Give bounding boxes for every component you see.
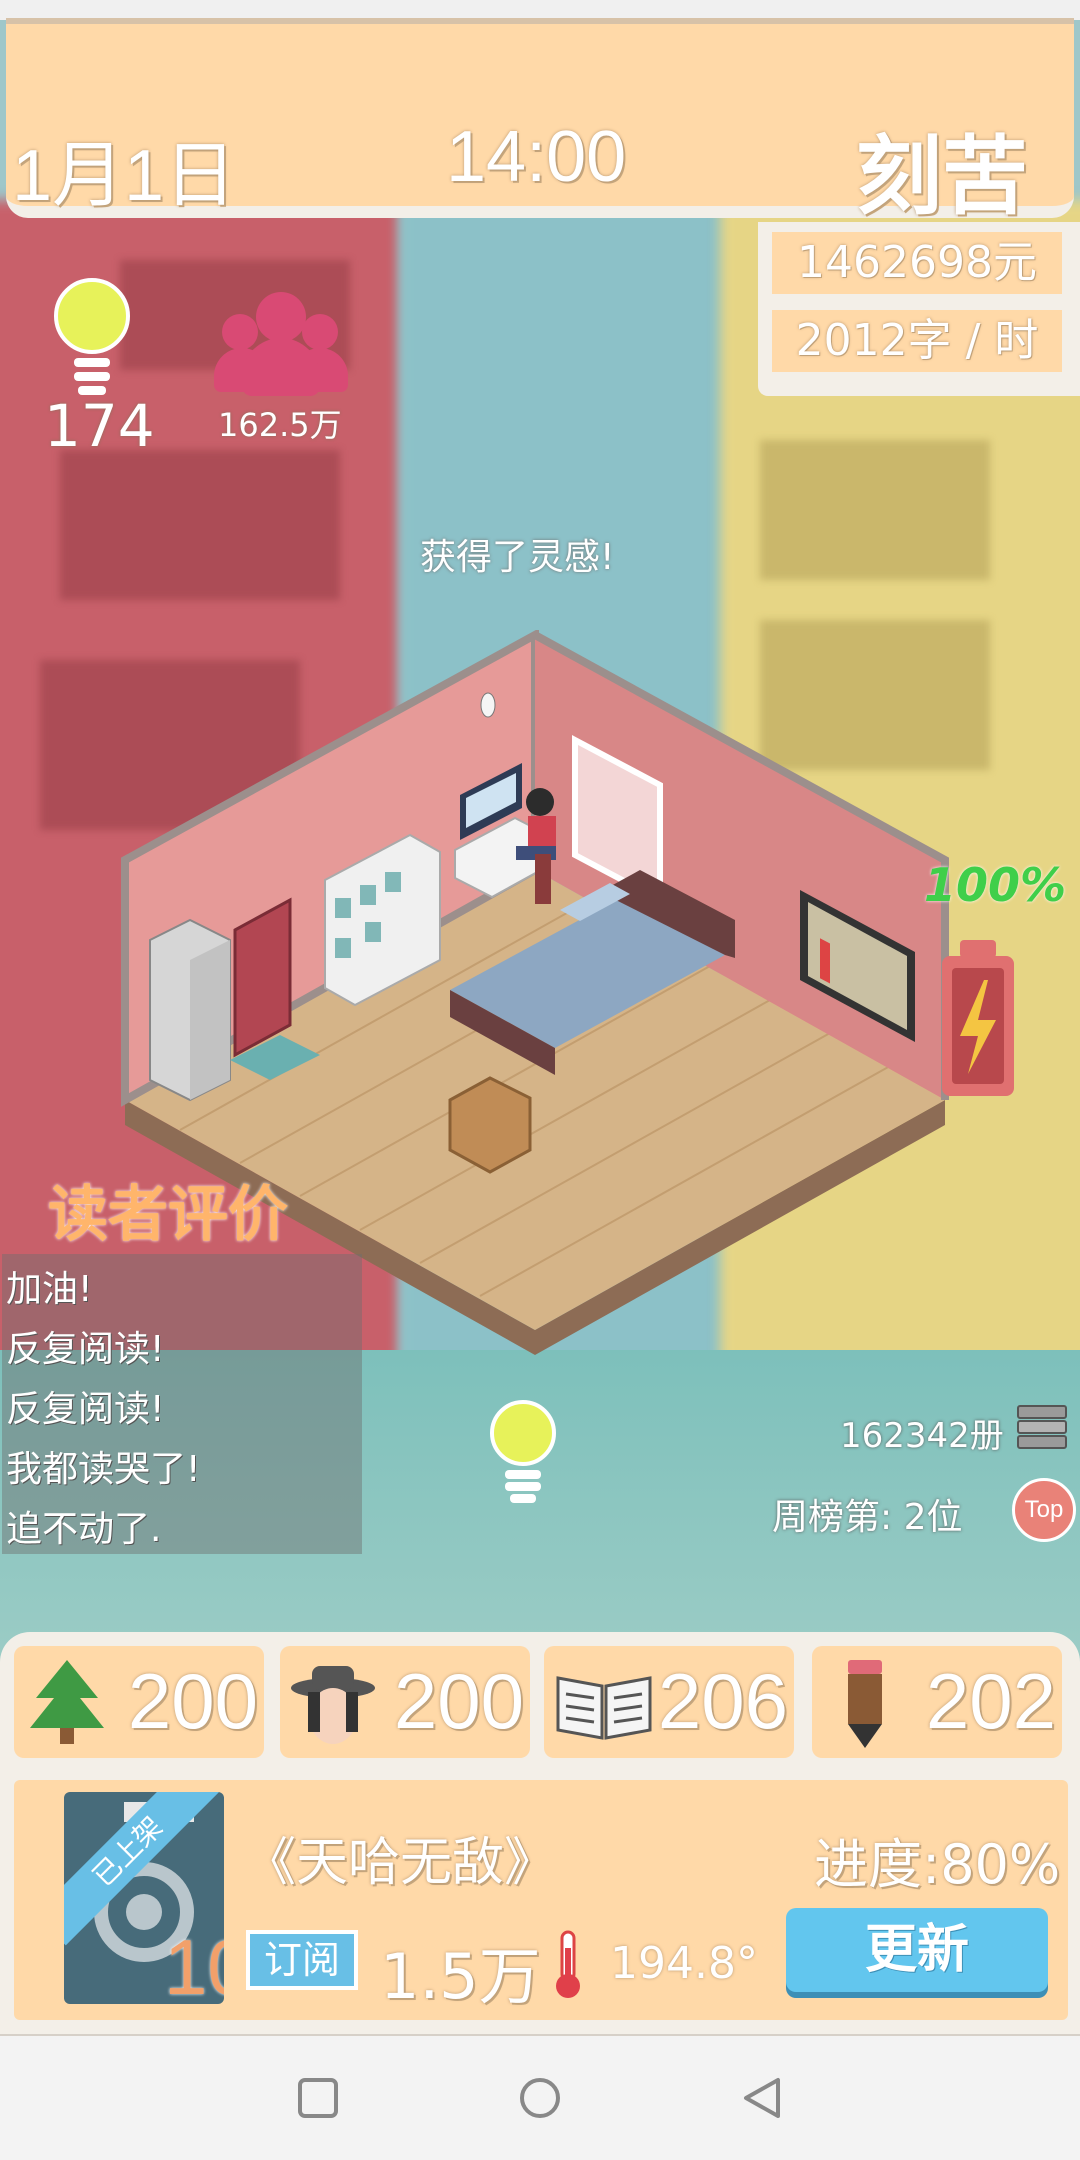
time-label: 14:00 [446, 117, 627, 197]
status-strip [0, 0, 1080, 20]
resource-pencil[interactable]: 202 [812, 1646, 1062, 1758]
floating-lightbulb-icon[interactable] [490, 1400, 556, 1503]
inspiration-count: 174 [44, 392, 155, 460]
background-window [60, 450, 340, 600]
pencil-icon [848, 1660, 882, 1748]
inspiration-message: 获得了灵感! [420, 537, 615, 578]
book-cover[interactable]: 已上架 10 [64, 1792, 224, 2004]
stats-panel: 1462698元 2012字 / 时 [758, 222, 1080, 396]
writing-speed-value: 2012字 / 时 [772, 310, 1062, 372]
resource-book[interactable]: 206 [544, 1646, 794, 1758]
copies-sold: 162342册 [840, 1416, 1004, 1456]
fans-count: 162.5万 [218, 406, 342, 444]
open-book-icon [556, 1676, 652, 1740]
review-line: 加油! [6, 1269, 93, 1310]
tree-icon [30, 1660, 104, 1744]
weekly-rank: 周榜第: 2位 [772, 1497, 963, 1538]
review-line: 追不动了. [6, 1509, 162, 1550]
review-line: 反复阅读! [6, 1389, 165, 1430]
cover-hub [126, 1894, 162, 1930]
back-icon[interactable] [740, 2076, 784, 2120]
book-level: 10 [164, 1923, 224, 2004]
hat-character-icon [291, 1666, 375, 1744]
top-ranking-button[interactable]: Top [1012, 1478, 1076, 1542]
work-mode-button[interactable]: 刻苦 [856, 106, 1028, 231]
battery-percent: 100% [924, 858, 1067, 912]
date-label: 1月1日 [12, 136, 237, 216]
system-nav-bar [0, 2034, 1080, 2160]
resource-character[interactable]: 200 [280, 1646, 530, 1758]
resource-value: 200 [127, 1657, 258, 1745]
resource-value: 200 [393, 1657, 524, 1745]
subscribe-label: 订阅 [246, 1930, 358, 1990]
resource-tree[interactable]: 200 [14, 1646, 264, 1758]
battery-icon [942, 940, 1014, 1096]
thermometer-icon [556, 1930, 580, 1998]
money-value: 1462698元 [772, 232, 1062, 294]
home-icon[interactable] [518, 2076, 562, 2120]
reader-reviews-title: 读者评价 [48, 1180, 288, 1250]
top-header: 1月1日 14:00 刻苦 [6, 18, 1074, 225]
book-title: 《天哈无敌》 [244, 1833, 557, 1893]
resource-value: 206 [657, 1657, 788, 1745]
review-line: 反复阅读! [6, 1329, 165, 1370]
lightbulb-icon [54, 278, 130, 398]
bottom-panel: 200 200 206 202 已上架 1 《天哈无敌》 进度:80% 订阅 1… [0, 1632, 1080, 2034]
recent-apps-icon[interactable] [296, 2076, 340, 2120]
background-window [760, 440, 990, 580]
current-book-panel: 已上架 10 《天哈无敌》 进度:80% 订阅 1.5万 194.8° 更新 [14, 1780, 1068, 2020]
update-button[interactable]: 更新 [786, 1908, 1048, 1992]
resource-value: 202 [925, 1657, 1056, 1745]
books-stack-icon [1017, 1405, 1067, 1449]
fans-icon [214, 290, 348, 400]
review-line: 我都读哭了! [6, 1449, 201, 1490]
subscriber-count: 1.5万 [380, 1940, 541, 2013]
reader-reviews-list: 加油! 反复阅读! 反复阅读! 我都读哭了! 追不动了. [2, 1254, 362, 1554]
book-heat: 194.8° [610, 1938, 758, 1989]
writing-progress: 进度:80% [814, 1833, 1061, 1896]
